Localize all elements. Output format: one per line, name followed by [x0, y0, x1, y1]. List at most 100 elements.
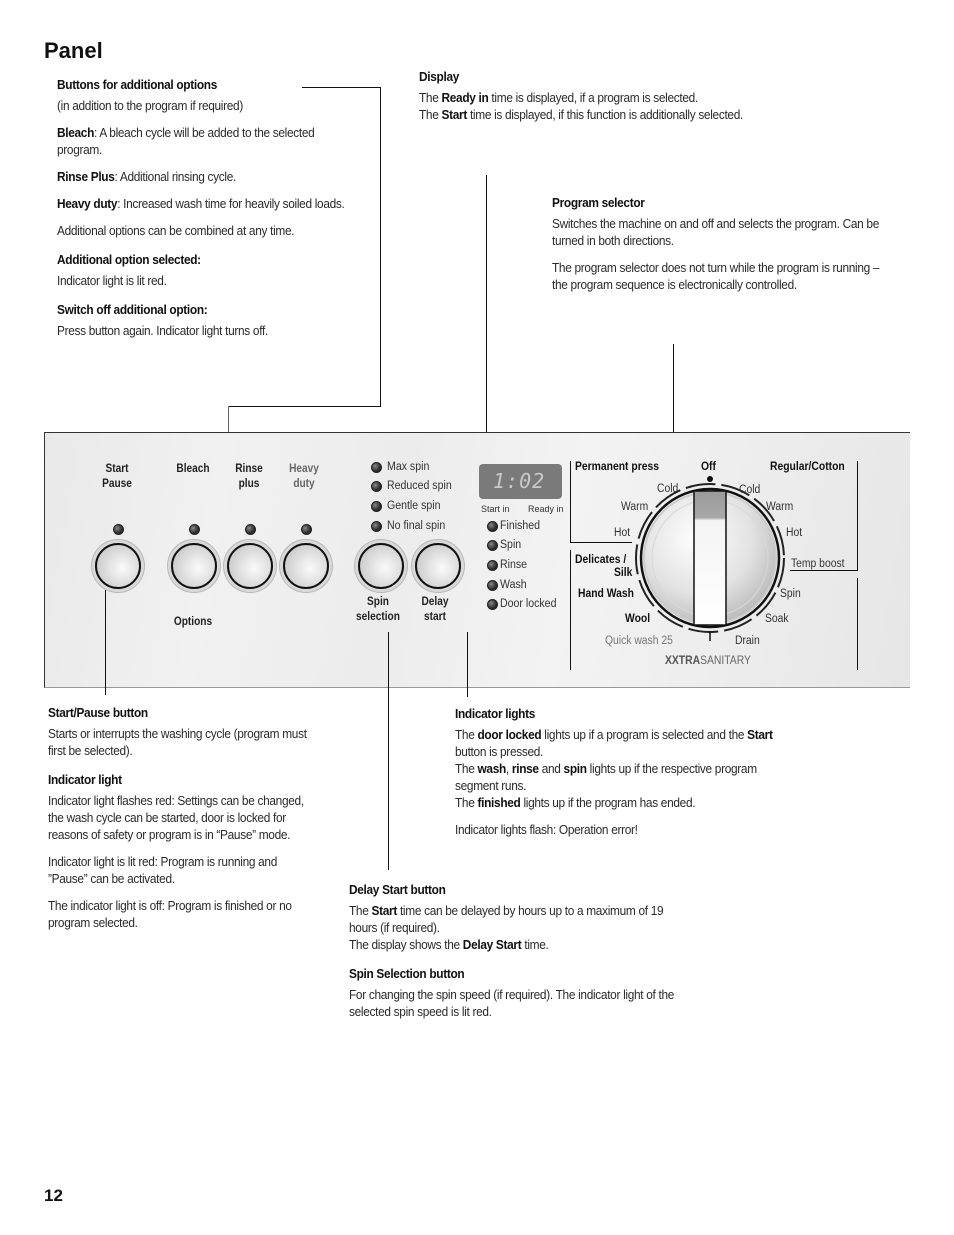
status-led [487, 559, 498, 571]
desc: : Additional rinsing cycle. [114, 169, 237, 184]
bracket-line [570, 542, 632, 543]
spin-selection-desc: For changing the spin speed (if required… [349, 987, 675, 1019]
delay-start-button[interactable] [415, 543, 461, 589]
l1: Rinse [235, 463, 263, 475]
desc: : A bleach cycle will be added to the se… [57, 125, 315, 157]
l2: Pause [102, 478, 132, 490]
spin-led [371, 500, 382, 512]
connector-line [673, 344, 674, 432]
option-rinse-desc: Rinse Plus: Additional rinsing cycle. [57, 168, 354, 185]
delay-start-section: Delay Start button The Start time can be… [349, 881, 682, 1020]
indicator-lights-desc: The door locked lights up if a program i… [455, 726, 788, 811]
sanitary: SANITARY [700, 655, 751, 667]
heavy-duty-indicator-light [301, 524, 312, 535]
dial-label-permanent-press: Permanent press [575, 461, 659, 473]
b: spin [563, 761, 587, 776]
spin-led [371, 480, 382, 492]
indicator-lights-section: Indicator lights The door locked lights … [455, 705, 788, 838]
program-selector-heading: Program selector [552, 195, 645, 210]
connector-line [380, 87, 381, 407]
t: The [455, 795, 478, 810]
dial-label-rc-cold: Cold [739, 484, 761, 496]
l1: Heavy [289, 463, 319, 475]
connector-line [467, 632, 468, 697]
connector-line [388, 632, 389, 870]
status-light-rinse: Rinse [487, 559, 529, 571]
bracket-line [857, 461, 858, 571]
bleach-button[interactable] [171, 543, 217, 589]
t: time is displayed, if a program is selec… [488, 90, 698, 105]
t: lights up if a program is selected and t… [541, 727, 748, 742]
delay-start-label: Delay start [410, 595, 459, 625]
status-led [487, 579, 498, 591]
t: The [419, 90, 442, 105]
t: The [455, 761, 478, 776]
bleach-label: Bleach [172, 462, 214, 477]
b: Start [747, 727, 773, 742]
xxtra-sanitary-logo: XXTRASANITARY [665, 655, 751, 667]
status-light-finished: Finished [487, 520, 543, 532]
rinse-plus-label: Rinse plus [228, 462, 270, 492]
page-number: 12 [44, 1186, 63, 1205]
t: lights up if the program has ended. [520, 795, 696, 810]
start-pause-text: Starts or interrupts the washing cycle (… [48, 726, 307, 758]
status-led [487, 539, 498, 551]
spin-option-no-final: No final spin [371, 520, 450, 532]
spin-led [371, 461, 382, 473]
spin-option-max: Max spin [371, 461, 433, 473]
dial-label-temp-boost: Temp boost [791, 558, 845, 570]
l1: Start [105, 463, 129, 475]
label: Rinse [500, 559, 528, 571]
display-desc: The Ready in time is displayed, if a pro… [419, 89, 743, 123]
program-selector-section: Program selector Switches the machine on… [552, 194, 885, 293]
xxtra: XXTRA [665, 655, 701, 667]
status-light-spin: Spin [487, 539, 523, 551]
selected-heading: Additional option selected: [57, 252, 201, 267]
dial-label-silk: Silk [614, 567, 633, 579]
bracket-line [790, 570, 858, 571]
dial-label-rc-hot: Hot [786, 527, 803, 539]
l2: plus [238, 478, 260, 490]
connector-line [302, 87, 381, 88]
status-led [487, 520, 498, 532]
option-bleach-desc: Bleach: A bleach cycle will be added to … [57, 124, 354, 158]
options-label: Options [173, 616, 213, 628]
dial-label-pp-warm: Warm [621, 501, 649, 513]
l2: duty [293, 478, 315, 490]
spin-led [371, 520, 382, 532]
dial-label-spin: Spin [780, 588, 801, 600]
bracket-line [857, 578, 858, 670]
label: Reduced spin [387, 480, 452, 492]
indicator-para1: Indicator light flashes red: Settings ca… [48, 793, 304, 842]
start-pause-indicator-light [113, 524, 124, 535]
l1: Spin [367, 596, 389, 608]
term: Bleach [57, 125, 95, 140]
status-led [487, 598, 498, 610]
connector-line [105, 590, 106, 695]
label: Spin [500, 539, 522, 551]
l1: Delay [421, 596, 449, 608]
start-pause-label: Start Pause [96, 462, 138, 492]
options-section: Buttons for additional options (in addit… [57, 76, 354, 339]
dial-grip[interactable] [693, 490, 727, 626]
b: wash [477, 761, 507, 776]
display-section: Display The Ready in time is displayed, … [419, 68, 743, 123]
rinse-plus-indicator-light [245, 524, 256, 535]
t: The [349, 903, 372, 918]
label: Finished [500, 520, 540, 532]
options-subheading: (in addition to the program if required) [57, 98, 243, 113]
b: rinse [511, 761, 539, 776]
label: Gentle spin [387, 500, 441, 512]
label: Max spin [387, 461, 430, 473]
indicator-lights-heading: Indicator lights [455, 706, 536, 721]
heavy-duty-button[interactable] [283, 543, 329, 589]
spin-selection-button[interactable] [358, 543, 404, 589]
rinse-plus-button[interactable] [227, 543, 273, 589]
start-pause-button[interactable] [95, 543, 141, 589]
heavy-duty-label: Heavy duty [283, 462, 325, 492]
bracket-line [570, 550, 571, 670]
dial-label-soak: Soak [765, 613, 789, 625]
display-heading: Display [419, 69, 460, 84]
b: Delay Start [462, 937, 522, 952]
spin-option-reduced: Reduced spin [371, 480, 457, 492]
